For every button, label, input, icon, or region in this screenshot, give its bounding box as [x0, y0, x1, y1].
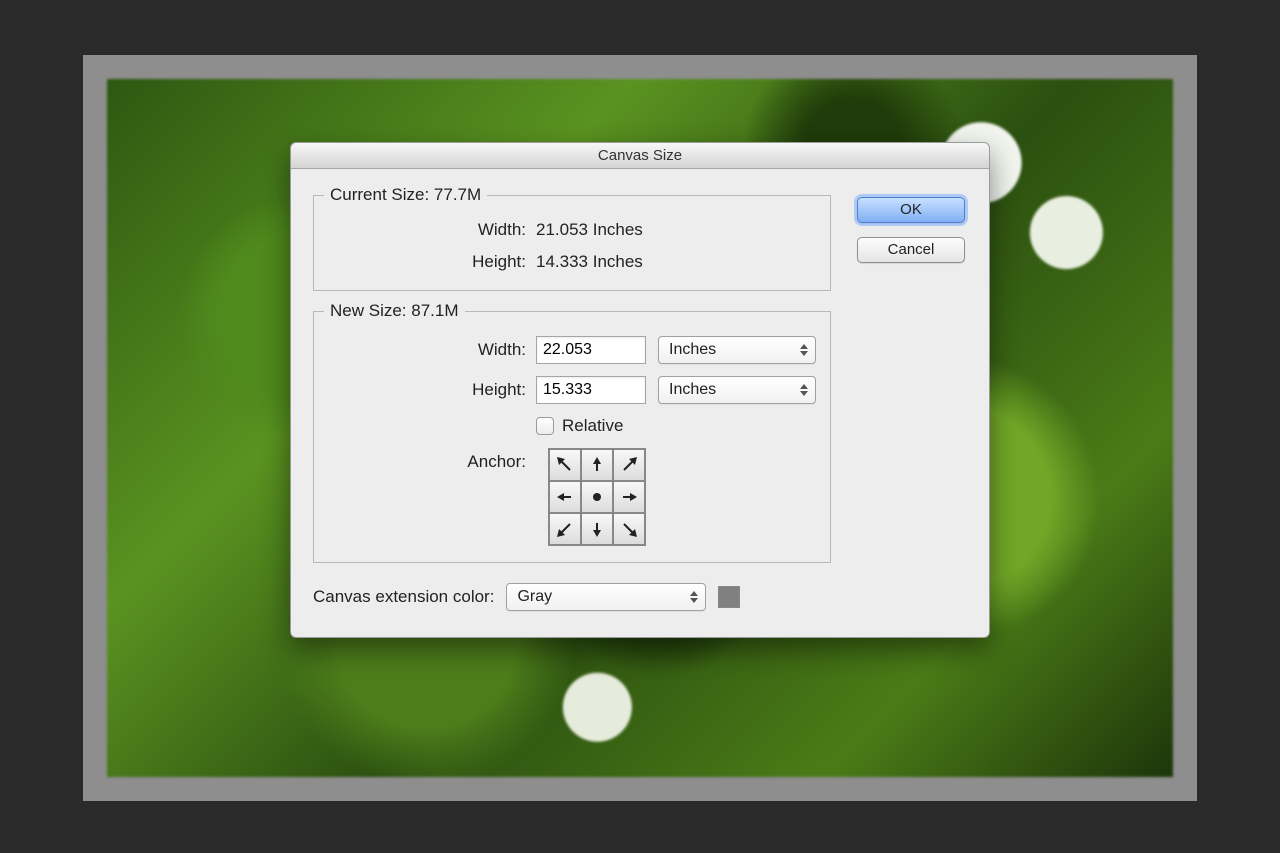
- extension-color-value: Gray: [517, 588, 552, 606]
- width-input[interactable]: [536, 336, 646, 364]
- relative-label: Relative: [562, 416, 623, 436]
- height-unit-value: Inches: [669, 381, 716, 399]
- anchor-nw[interactable]: [549, 449, 581, 481]
- extension-color-select[interactable]: Gray: [506, 583, 706, 611]
- anchor-c[interactable]: [581, 481, 613, 513]
- height-unit-select[interactable]: Inches: [658, 376, 816, 404]
- canvas-size-dialog: Canvas Size Current Size: 77.7M Width: 2…: [290, 142, 990, 638]
- new-width-label: Width:: [328, 340, 526, 360]
- ok-button[interactable]: OK: [857, 197, 965, 223]
- current-height-label: Height:: [328, 252, 526, 272]
- current-size-legend: Current Size: 77.7M: [324, 185, 487, 205]
- new-height-label: Height:: [328, 380, 526, 400]
- anchor-sw[interactable]: [549, 513, 581, 545]
- current-width-value: 21.053 Inches: [536, 220, 643, 240]
- cancel-button[interactable]: Cancel: [857, 237, 965, 263]
- extension-color-swatch[interactable]: [718, 586, 740, 608]
- current-size-group: Current Size: 77.7M Width: 21.053 Inches…: [313, 195, 831, 291]
- new-size-legend: New Size: 87.1M: [324, 301, 465, 321]
- width-unit-value: Inches: [669, 341, 716, 359]
- anchor-se[interactable]: [613, 513, 645, 545]
- stepper-icon: [687, 587, 701, 607]
- anchor-n[interactable]: [581, 449, 613, 481]
- height-input[interactable]: [536, 376, 646, 404]
- new-size-group: New Size: 87.1M Width: Inches Height:: [313, 311, 831, 563]
- current-width-label: Width:: [328, 220, 526, 240]
- anchor-w[interactable]: [549, 481, 581, 513]
- stepper-icon: [797, 340, 811, 360]
- anchor-label: Anchor:: [328, 448, 526, 472]
- anchor-s[interactable]: [581, 513, 613, 545]
- anchor-ne[interactable]: [613, 449, 645, 481]
- anchor-e[interactable]: [613, 481, 645, 513]
- anchor-grid: [548, 448, 646, 546]
- dialog-title: Canvas Size: [291, 143, 989, 169]
- relative-checkbox[interactable]: [536, 417, 554, 435]
- current-height-value: 14.333 Inches: [536, 252, 643, 272]
- stepper-icon: [797, 380, 811, 400]
- width-unit-select[interactable]: Inches: [658, 336, 816, 364]
- extension-color-label: Canvas extension color:: [313, 587, 494, 607]
